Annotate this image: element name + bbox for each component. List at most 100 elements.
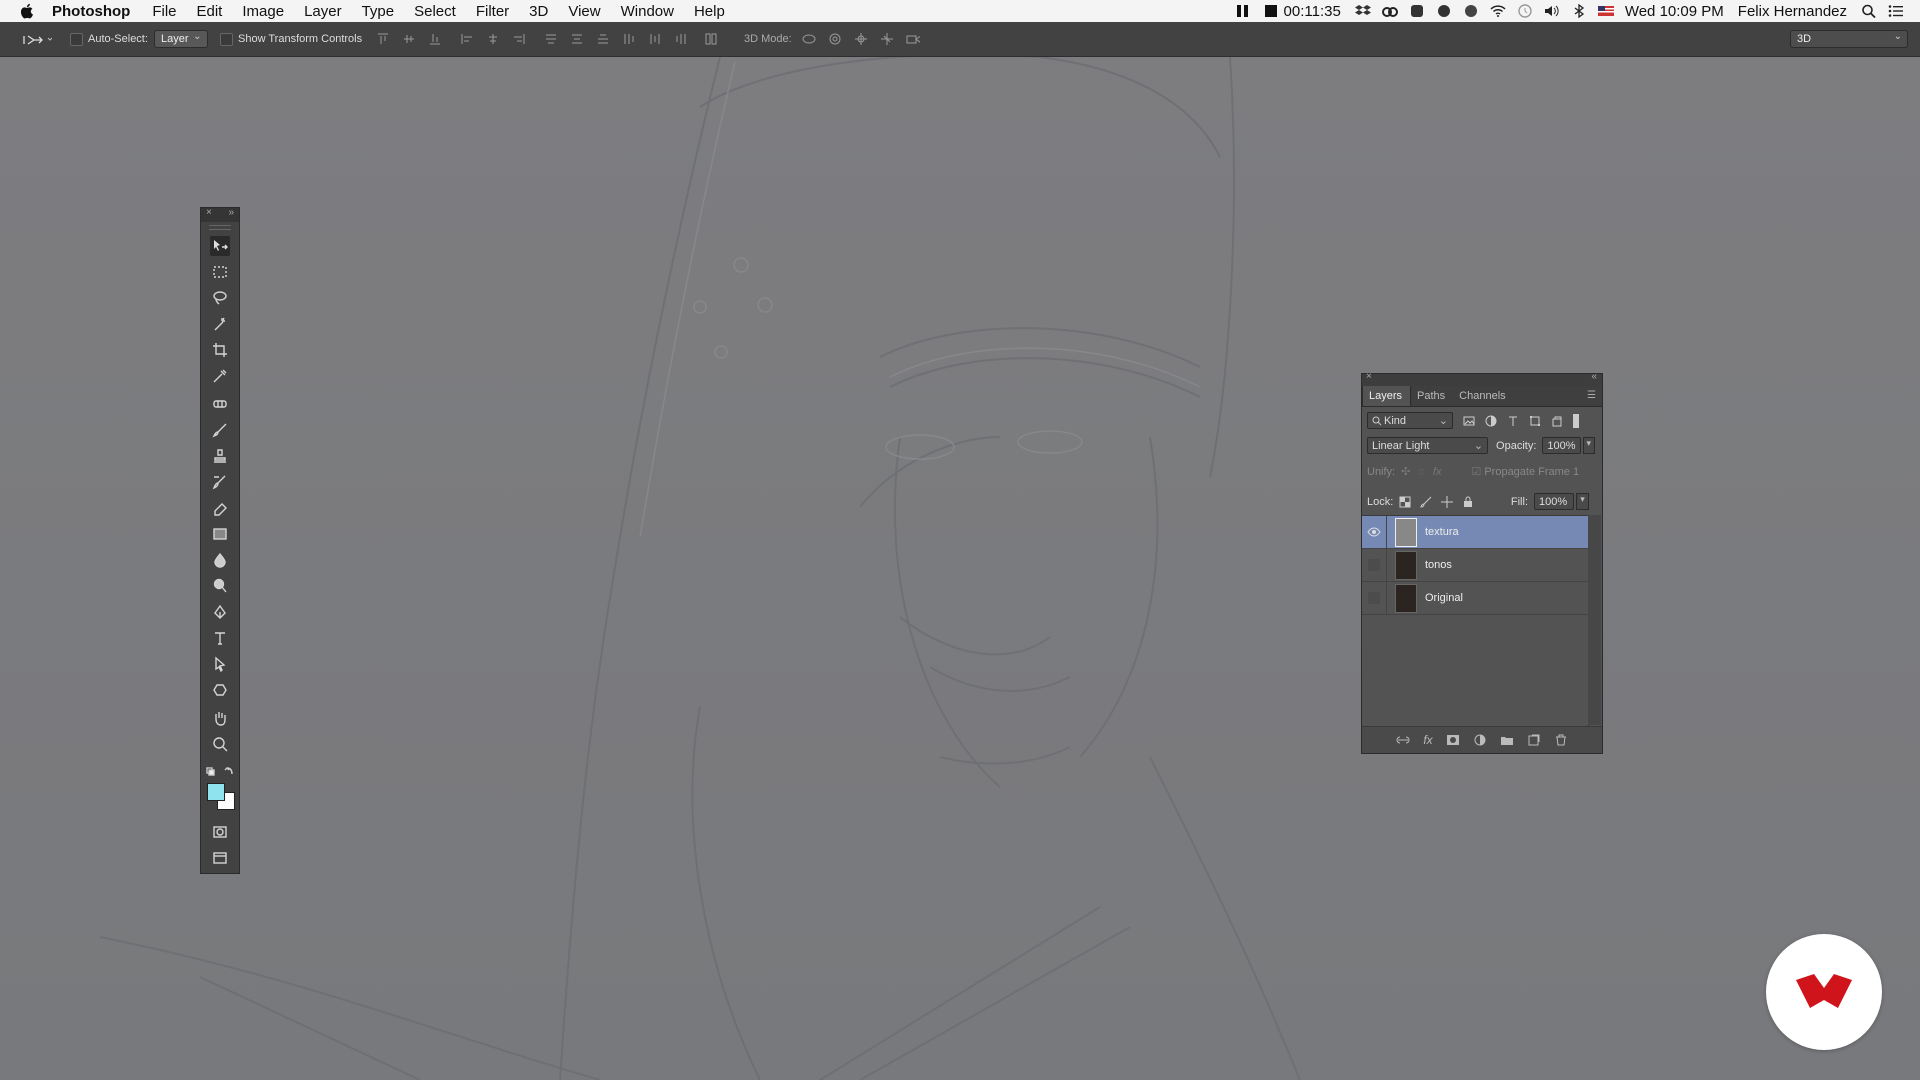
lock-image-icon[interactable] [1420, 496, 1432, 508]
menu-select[interactable]: Select [414, 3, 456, 20]
align-vcenter-icon[interactable] [402, 32, 416, 46]
pen-tool[interactable] [210, 602, 230, 622]
tab-channels[interactable]: Channels [1453, 390, 1513, 406]
tab-paths[interactable]: Paths [1411, 390, 1453, 406]
crop-tool[interactable] [210, 340, 230, 360]
workspace-dropdown[interactable]: 3D [1790, 30, 1908, 48]
menu-layer[interactable]: Layer [304, 3, 342, 20]
history-brush-tool[interactable] [210, 472, 230, 492]
distribute-top-icon[interactable] [544, 32, 558, 46]
distribute-bottom-icon[interactable] [596, 32, 610, 46]
time-machine-icon[interactable] [1517, 4, 1533, 18]
menu-type[interactable]: Type [362, 3, 395, 20]
blur-tool[interactable] [210, 550, 230, 570]
lock-all-icon[interactable] [1462, 496, 1474, 508]
blend-mode-dropdown[interactable]: Linear Light ⌄ [1367, 437, 1489, 454]
menu-filter[interactable]: Filter [476, 3, 509, 20]
fill-input[interactable]: 100% [1534, 493, 1574, 510]
tab-layers[interactable]: Layers [1362, 385, 1412, 406]
unify-style-icon[interactable]: fx [1433, 466, 1442, 478]
3d-rotate-icon[interactable] [802, 32, 816, 46]
layer-visibility-toggle[interactable] [1362, 516, 1387, 548]
bluetooth-icon[interactable] [1571, 4, 1587, 18]
wifi-icon[interactable] [1490, 4, 1506, 18]
3d-roll-icon[interactable] [828, 32, 842, 46]
unify-visibility-icon[interactable]: ◌ [1418, 466, 1425, 478]
3d-pan-icon[interactable] [854, 32, 868, 46]
collapse-panel-icon[interactable]: « [1591, 371, 1597, 382]
lasso-tool[interactable] [210, 288, 230, 308]
filter-adjustment-icon[interactable] [1485, 415, 1497, 427]
3d-slide-icon[interactable] [880, 32, 894, 46]
adjustment-layer-icon[interactable] [1473, 734, 1487, 746]
layer-row[interactable]: textura [1362, 516, 1588, 549]
filter-pixel-icon[interactable] [1463, 415, 1475, 427]
notification-center-icon[interactable] [1888, 4, 1904, 18]
unify-position-icon[interactable]: ✣ [1401, 465, 1410, 478]
align-left-icon[interactable] [460, 32, 474, 46]
move-tool[interactable] [210, 236, 230, 256]
auto-select-checkbox[interactable]: Auto-Select: [70, 22, 148, 56]
quick-mask-button[interactable] [210, 822, 230, 842]
filter-shape-icon[interactable] [1529, 415, 1541, 427]
menu-view[interactable]: View [568, 3, 600, 20]
magic-wand-tool[interactable] [210, 314, 230, 334]
auto-select-check[interactable] [70, 32, 83, 46]
align-bottom-icon[interactable] [428, 32, 442, 46]
distribute-vcenter-icon[interactable] [570, 32, 584, 46]
align-hcenter-icon[interactable] [486, 32, 500, 46]
filter-kind-dropdown[interactable]: Kind ⌄ [1367, 412, 1453, 429]
show-transform-check[interactable] [220, 32, 233, 46]
filter-type-icon[interactable] [1507, 415, 1519, 427]
user-name[interactable]: Felix Hernandez [1738, 3, 1847, 20]
pause-record-icon[interactable] [1236, 4, 1250, 18]
distribute-right-icon[interactable] [674, 32, 688, 46]
menu-help[interactable]: Help [694, 3, 725, 20]
link-layers-icon[interactable] [1396, 734, 1410, 746]
trash-icon[interactable] [1554, 734, 1568, 746]
app-status-icon[interactable] [1409, 4, 1425, 18]
layer-row[interactable]: tonos [1362, 549, 1588, 582]
menu-edit[interactable]: Edit [197, 3, 223, 20]
zoom-tool[interactable] [210, 734, 230, 754]
volume-icon[interactable] [1544, 4, 1560, 18]
layer-name[interactable]: Original [1425, 592, 1463, 604]
spotlight-search-icon[interactable] [1861, 4, 1877, 18]
eraser-tool[interactable] [210, 498, 230, 518]
fill-slider-toggle[interactable]: ▾ [1576, 493, 1589, 510]
lock-transparent-icon[interactable] [1399, 496, 1411, 508]
layer-visibility-toggle[interactable] [1362, 582, 1387, 614]
gradient-tool[interactable] [210, 524, 230, 544]
menu-image[interactable]: Image [242, 3, 284, 20]
opacity-input[interactable]: 100% [1542, 437, 1581, 454]
filter-smart-object-icon[interactable] [1551, 415, 1563, 427]
hand-tool[interactable] [210, 708, 230, 728]
layer-list-scrollbar[interactable] [1588, 515, 1601, 725]
auto-select-dropdown[interactable]: Layer [154, 30, 208, 48]
app-menu[interactable]: Photoshop [52, 3, 130, 20]
new-layer-icon[interactable] [1527, 734, 1541, 746]
expand-panel-icon[interactable]: » [228, 207, 234, 218]
close-icon[interactable]: × [206, 207, 212, 218]
3d-scale-icon[interactable] [906, 32, 920, 46]
tools-panel-header[interactable]: × » [201, 207, 239, 222]
lock-position-icon[interactable] [1441, 495, 1454, 508]
dropbox-icon[interactable] [1354, 4, 1371, 18]
close-icon[interactable]: × [1366, 371, 1372, 382]
status-circle-icon[interactable] [1436, 4, 1452, 18]
propagate-checkbox[interactable]: ☑ [1471, 465, 1481, 478]
move-tool-preset[interactable] [22, 22, 52, 56]
layer-row[interactable]: Original [1362, 582, 1588, 615]
layer-style-icon[interactable]: fx [1423, 733, 1432, 747]
drag-grip[interactable] [209, 225, 231, 230]
us-flag-icon[interactable] [1597, 4, 1614, 18]
brush-tool[interactable] [210, 420, 230, 440]
menu-file[interactable]: File [152, 3, 176, 20]
document-canvas[interactable] [0, 57, 1920, 1080]
shape-tool[interactable] [210, 680, 230, 700]
marquee-tool[interactable] [210, 262, 230, 282]
panel-menu-icon[interactable]: ☰ [1587, 390, 1596, 401]
opacity-slider-toggle[interactable]: ▾ [1582, 437, 1595, 454]
creative-cloud-icon[interactable] [1381, 4, 1398, 18]
menu-window[interactable]: Window [621, 3, 674, 20]
